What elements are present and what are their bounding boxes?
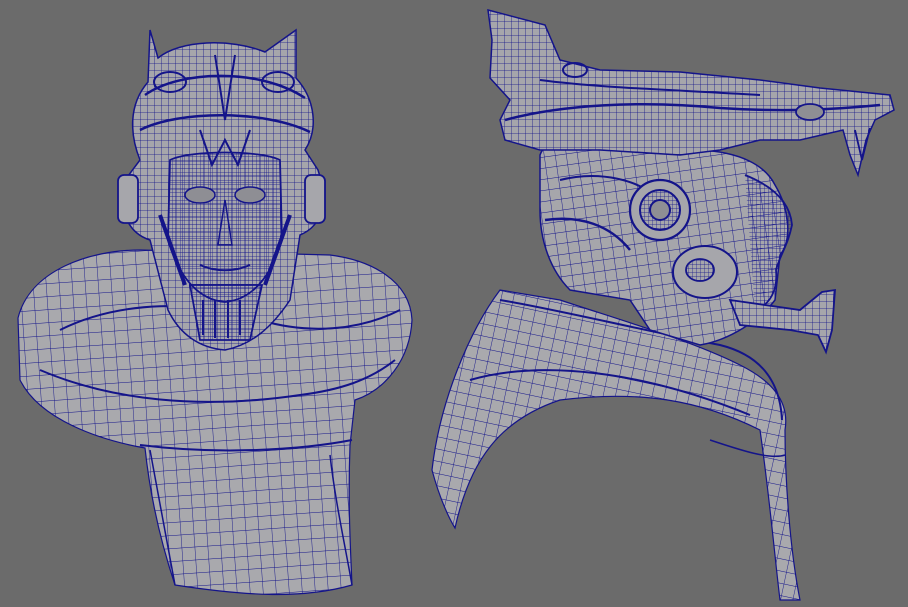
front-view-bust[interactable] bbox=[17, 28, 413, 596]
viewport-canvas bbox=[17, 8, 895, 601]
modeling-viewport[interactable] bbox=[0, 0, 908, 607]
side-view-bust[interactable] bbox=[431, 8, 895, 601]
